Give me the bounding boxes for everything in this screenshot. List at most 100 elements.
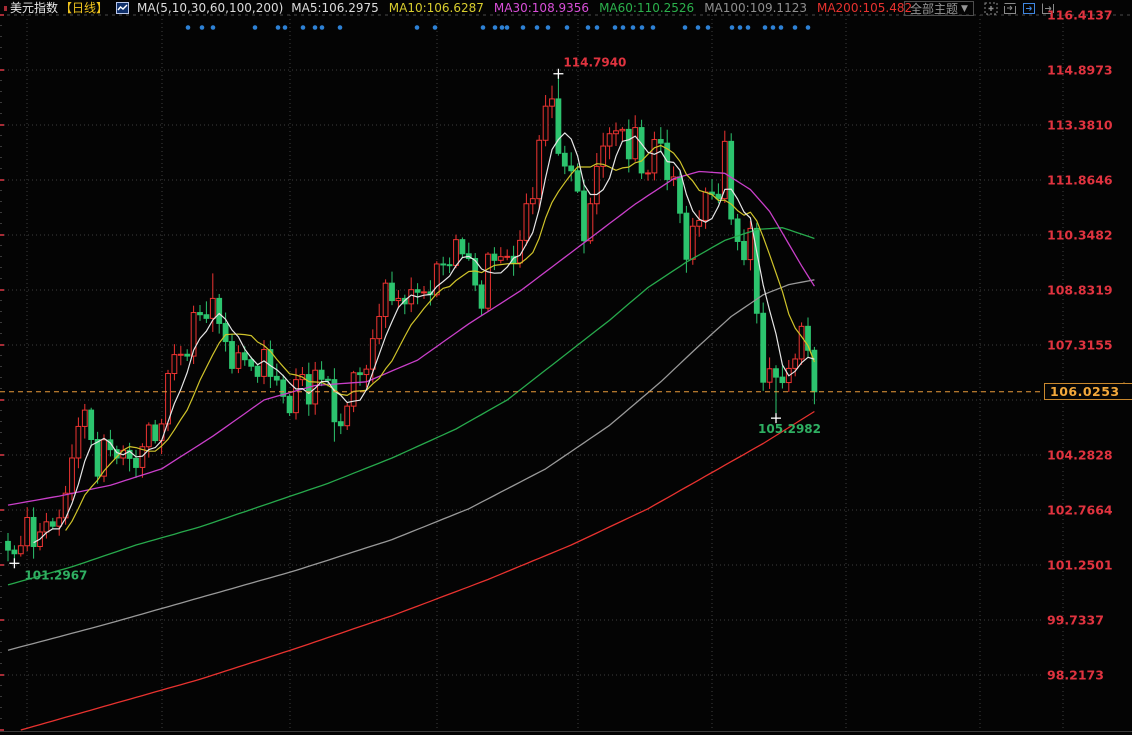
candle[interactable]: [716, 194, 721, 198]
candle[interactable]: [274, 376, 279, 380]
event-marker-dot[interactable]: [253, 25, 258, 30]
candle[interactable]: [185, 354, 190, 356]
event-marker-dot[interactable]: [521, 25, 526, 30]
event-marker-dot[interactable]: [613, 25, 618, 30]
candle[interactable]: [748, 228, 753, 259]
candle[interactable]: [223, 323, 228, 341]
event-marker-dot[interactable]: [779, 25, 784, 30]
candle[interactable]: [18, 546, 23, 554]
ma-settings-label[interactable]: MA(5,10,30,60,100,200): [137, 1, 283, 16]
candle[interactable]: [614, 131, 619, 134]
candle[interactable]: [415, 290, 420, 293]
candle[interactable]: [774, 369, 779, 377]
candle[interactable]: [134, 458, 139, 467]
candle[interactable]: [492, 254, 497, 260]
candle[interactable]: [434, 264, 439, 295]
candle[interactable]: [588, 204, 593, 241]
candle[interactable]: [242, 353, 247, 360]
candle[interactable]: [761, 313, 766, 382]
event-marker-dot[interactable]: [320, 25, 325, 30]
new-window-icon[interactable]: [1041, 2, 1055, 15]
candle[interactable]: [326, 379, 331, 380]
candle[interactable]: [338, 422, 343, 426]
candle[interactable]: [44, 522, 49, 532]
candle[interactable]: [767, 369, 772, 382]
candle[interactable]: [153, 425, 158, 441]
event-marker-dot[interactable]: [706, 25, 711, 30]
candle[interactable]: [25, 517, 30, 545]
event-marker-dot[interactable]: [730, 25, 735, 30]
candle[interactable]: [178, 354, 183, 355]
candle[interactable]: [377, 317, 382, 339]
event-marker-dot[interactable]: [493, 25, 498, 30]
event-marker-dot[interactable]: [283, 25, 288, 30]
candle[interactable]: [217, 298, 222, 323]
candle[interactable]: [454, 240, 459, 266]
candle[interactable]: [345, 406, 350, 426]
event-marker-dot[interactable]: [586, 25, 591, 30]
candle[interactable]: [543, 106, 548, 140]
candle[interactable]: [626, 129, 631, 158]
event-marker-dot[interactable]: [505, 25, 510, 30]
event-marker-dot[interactable]: [640, 25, 645, 30]
event-marker-dot[interactable]: [500, 25, 505, 30]
event-marker-dot[interactable]: [793, 25, 798, 30]
candle[interactable]: [575, 171, 580, 191]
event-marker-dot[interactable]: [683, 25, 688, 30]
event-marker-dot[interactable]: [433, 25, 438, 30]
candle[interactable]: [236, 353, 241, 369]
candle[interactable]: [230, 342, 235, 369]
event-marker-dot[interactable]: [415, 25, 420, 30]
period-label[interactable]: 【日线】: [60, 1, 108, 16]
candle[interactable]: [684, 213, 689, 259]
candle[interactable]: [639, 128, 644, 173]
candle[interactable]: [729, 141, 734, 219]
theme-selector[interactable]: 全部主题 ▼: [904, 1, 974, 16]
candle[interactable]: [89, 410, 94, 439]
candle[interactable]: [486, 254, 491, 308]
candle[interactable]: [70, 458, 75, 493]
candle[interactable]: [146, 425, 151, 447]
candles-layer[interactable]: [6, 74, 817, 564]
candle[interactable]: [306, 375, 311, 404]
candle[interactable]: [262, 350, 267, 377]
indicator-chart-icon[interactable]: [116, 2, 129, 14]
candle[interactable]: [358, 373, 363, 375]
event-marker-dot[interactable]: [186, 25, 191, 30]
candle[interactable]: [6, 541, 11, 550]
event-marker-dot[interactable]: [211, 25, 216, 30]
candle[interactable]: [690, 226, 695, 259]
candle[interactable]: [498, 257, 503, 261]
event-marker-dot[interactable]: [651, 25, 656, 30]
candle[interactable]: [210, 298, 215, 318]
event-marker-dot[interactable]: [276, 25, 281, 30]
event-marker-dot[interactable]: [763, 25, 768, 30]
candle[interactable]: [620, 129, 625, 130]
candle[interactable]: [447, 265, 452, 266]
candle[interactable]: [530, 199, 535, 204]
event-marker-dot[interactable]: [481, 25, 486, 30]
candle[interactable]: [601, 146, 606, 166]
candle[interactable]: [678, 177, 683, 213]
candle[interactable]: [370, 339, 375, 369]
candle[interactable]: [524, 204, 529, 241]
candle[interactable]: [198, 313, 203, 315]
candlestick-chart[interactable]: 114.7940101.2967105.2982116.4137114.8973…: [0, 0, 1132, 735]
candle[interactable]: [76, 426, 81, 458]
candle[interactable]: [441, 264, 446, 265]
candle[interactable]: [383, 283, 388, 316]
candle[interactable]: [332, 380, 337, 422]
candle[interactable]: [550, 99, 555, 106]
event-marker-dot[interactable]: [621, 25, 626, 30]
candle[interactable]: [255, 366, 260, 376]
event-marker-dot[interactable]: [771, 25, 776, 30]
candle[interactable]: [172, 355, 177, 374]
event-marker-dot[interactable]: [806, 25, 811, 30]
candle[interactable]: [594, 166, 599, 203]
candle[interactable]: [780, 377, 785, 382]
candle[interactable]: [294, 380, 299, 413]
candle[interactable]: [422, 292, 427, 293]
candle[interactable]: [537, 140, 542, 198]
candle[interactable]: [95, 439, 100, 476]
candle[interactable]: [249, 360, 254, 367]
